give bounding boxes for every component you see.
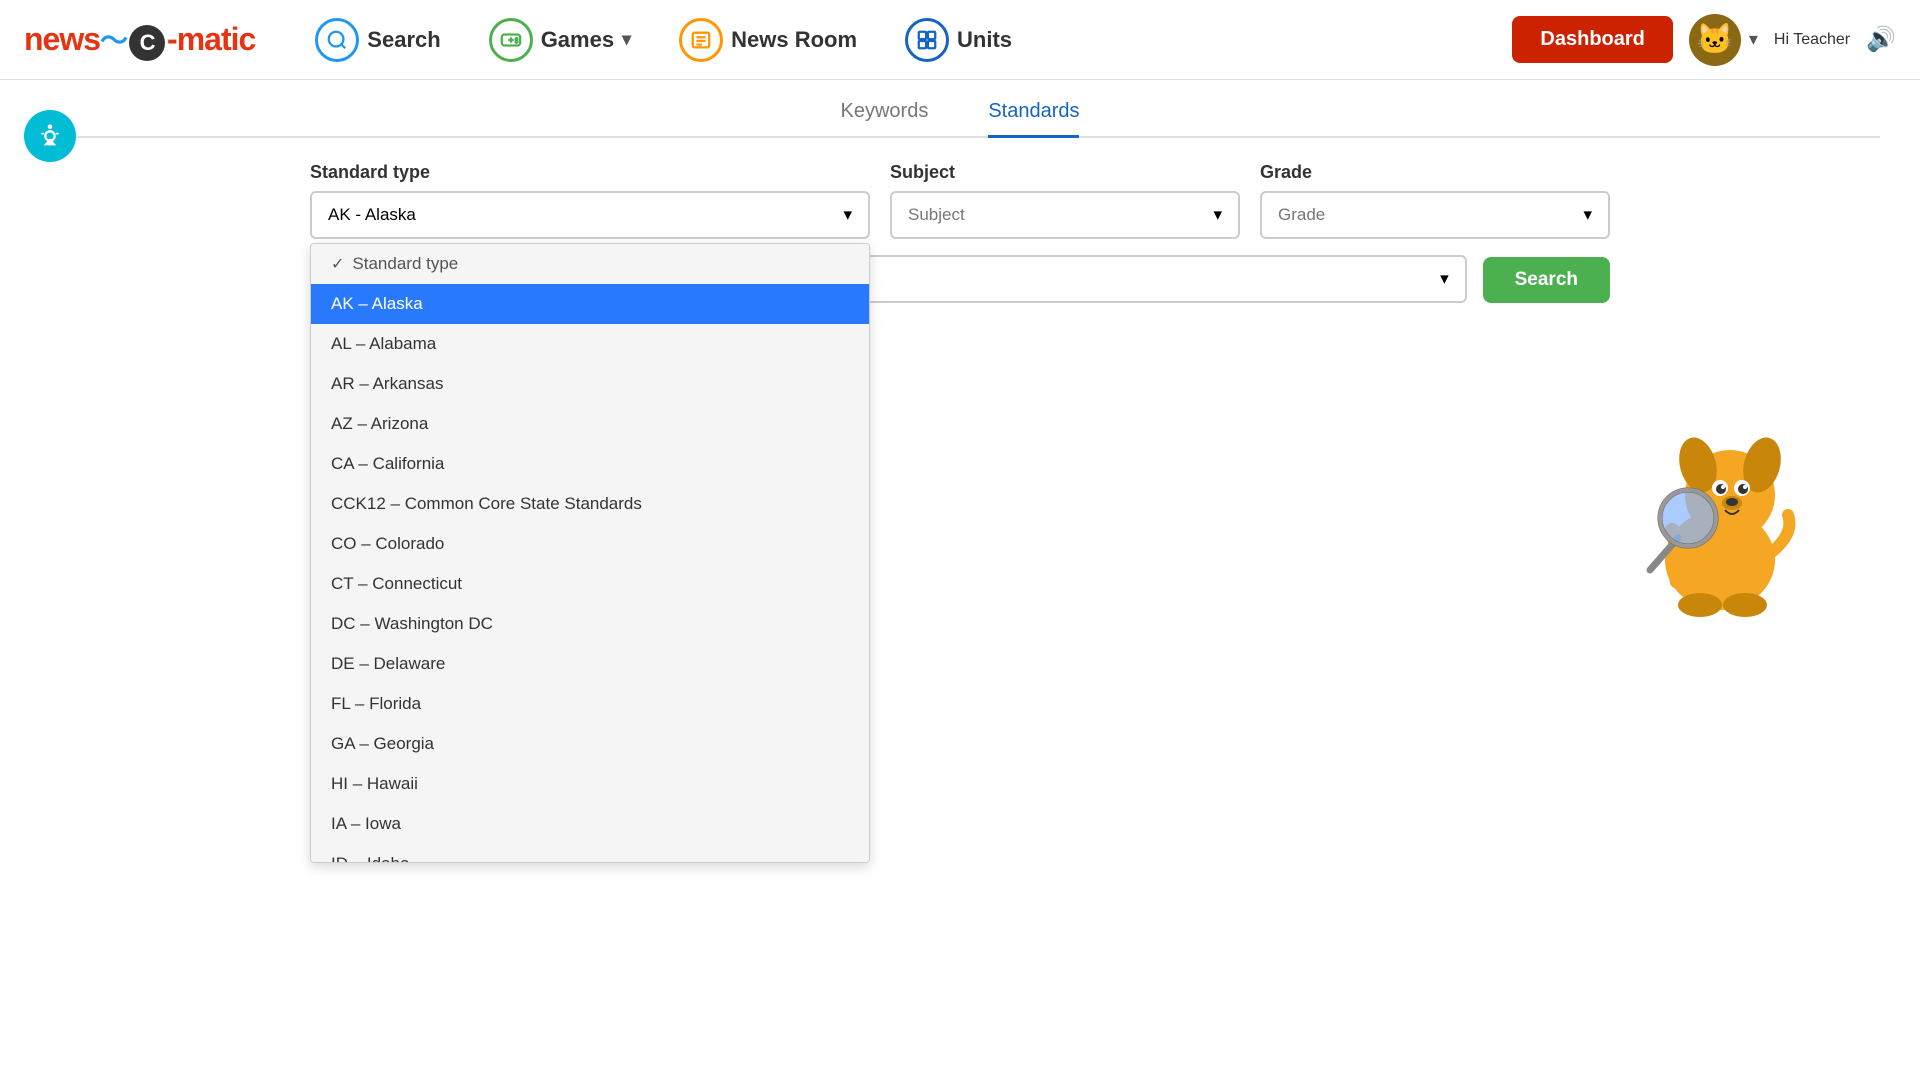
teacher-avatar[interactable]: 🐱 ▾ <box>1689 14 1758 66</box>
search-button[interactable]: Search <box>1483 257 1610 303</box>
accessibility-button[interactable] <box>24 110 76 162</box>
grade-dropdown[interactable]: Grade ▾ <box>1260 191 1610 239</box>
dropdown-item-ia[interactable]: IA – Iowa <box>311 804 869 844</box>
search-label: Search <box>367 27 440 53</box>
grade-chevron-icon: ▾ <box>1583 205 1592 225</box>
subject-placeholder: Subject <box>908 205 965 225</box>
units-nav-icon <box>905 18 949 62</box>
nav-right: Dashboard 🐱 ▾ Hi Teacher 🔊 <box>1512 14 1896 66</box>
navbar: news〜C-matic Search Games ▾ <box>0 0 1920 80</box>
standard-type-dropdown[interactable]: ✓ Standard type AK – Alaska AL – Alabama… <box>310 243 870 863</box>
subject-chevron-icon: ▾ <box>1213 205 1222 225</box>
avatar: 🐱 <box>1689 14 1741 66</box>
games-chevron-icon: ▾ <box>622 29 631 50</box>
nav-search[interactable]: Search <box>295 10 460 70</box>
logo[interactable]: news〜C-matic <box>24 19 255 61</box>
dropdown-item-id[interactable]: ID – Idaho <box>311 844 869 863</box>
standard-type-container: AK - Alaska ▾ ✓ Standard type AK – Alask… <box>310 191 870 239</box>
standard-chevron-icon: ▾ <box>1440 269 1449 289</box>
nav-units[interactable]: Units <box>885 10 1032 70</box>
logo-part1: news <box>24 21 100 57</box>
logo-text: news〜C-matic <box>24 19 255 61</box>
dropdown-item-ct[interactable]: CT – Connecticut <box>311 564 869 604</box>
dropdown-header-item[interactable]: ✓ Standard type <box>311 244 869 284</box>
newsroom-label: News Room <box>731 27 857 53</box>
games-label: Games <box>541 27 614 53</box>
dropdown-item-ca[interactable]: CA – California <box>311 444 869 484</box>
volume-icon[interactable]: 🔊 <box>1866 25 1896 54</box>
dropdown-item-ar[interactable]: AR – Arkansas <box>311 364 869 404</box>
dropdown-item-co[interactable]: CO – Colorado <box>311 524 869 564</box>
search-nav-icon <box>315 18 359 62</box>
teacher-name-label: Hi Teacher <box>1774 31 1850 49</box>
logo-part2: -matic <box>167 21 255 57</box>
subject-dropdown[interactable]: Subject ▾ <box>890 191 1240 239</box>
filter-row: Standard type AK - Alaska ▾ ✓ Standard t… <box>310 162 1610 239</box>
search-area: Standard type AK - Alaska ▾ ✓ Standard t… <box>310 162 1610 303</box>
tab-keywords[interactable]: Keywords <box>841 100 929 138</box>
tab-standards[interactable]: Standards <box>988 100 1079 138</box>
nav-newsroom[interactable]: News Room <box>659 10 877 70</box>
dropdown-item-ga[interactable]: GA – Georgia <box>311 724 869 764</box>
grade-placeholder: Grade <box>1278 205 1325 225</box>
dropdown-item-cck12[interactable]: CCK12 – Common Core State Standards <box>311 484 869 524</box>
dropdown-item-hi[interactable]: HI – Hawaii <box>311 764 869 804</box>
units-label: Units <box>957 27 1012 53</box>
subject-label: Subject <box>890 162 1240 183</box>
dashboard-button[interactable]: Dashboard <box>1512 16 1672 63</box>
main-content: Keywords Standards Standard type AK - Al… <box>0 80 1920 323</box>
grade-label: Grade <box>1260 162 1610 183</box>
dropdown-item-dc[interactable]: DC – Washington DC <box>311 604 869 644</box>
dropdown-item-de[interactable]: DE – Delaware <box>311 644 869 684</box>
nav-items: Search Games ▾ News <box>295 10 1512 70</box>
newsroom-nav-icon <box>679 18 723 62</box>
standard-type-group: Standard type AK - Alaska ▾ ✓ Standard t… <box>310 162 870 239</box>
standard-type-selected: AK - Alaska <box>328 205 416 225</box>
dropdown-item-az[interactable]: AZ – Arizona <box>311 404 869 444</box>
mascot <box>1620 400 1840 640</box>
logo-wifi-icon: 〜 <box>100 25 127 56</box>
tabs: Keywords Standards <box>40 100 1880 138</box>
dropdown-chevron-icon: ▾ <box>843 205 852 225</box>
standard-type-trigger[interactable]: AK - Alaska ▾ <box>310 191 870 239</box>
grade-group: Grade Grade ▾ <box>1260 162 1610 239</box>
games-nav-icon <box>489 18 533 62</box>
dropdown-item-al[interactable]: AL – Alabama <box>311 324 869 364</box>
logo-c: C <box>129 25 165 61</box>
avatar-chevron-icon: ▾ <box>1749 29 1758 50</box>
subject-group: Subject Subject ▾ <box>890 162 1240 239</box>
standard-type-label: Standard type <box>310 162 870 183</box>
check-icon: ✓ <box>331 254 344 274</box>
nav-games[interactable]: Games ▾ <box>469 10 651 70</box>
dropdown-item-ak[interactable]: AK – Alaska <box>311 284 869 324</box>
dropdown-item-fl[interactable]: FL – Florida <box>311 684 869 724</box>
